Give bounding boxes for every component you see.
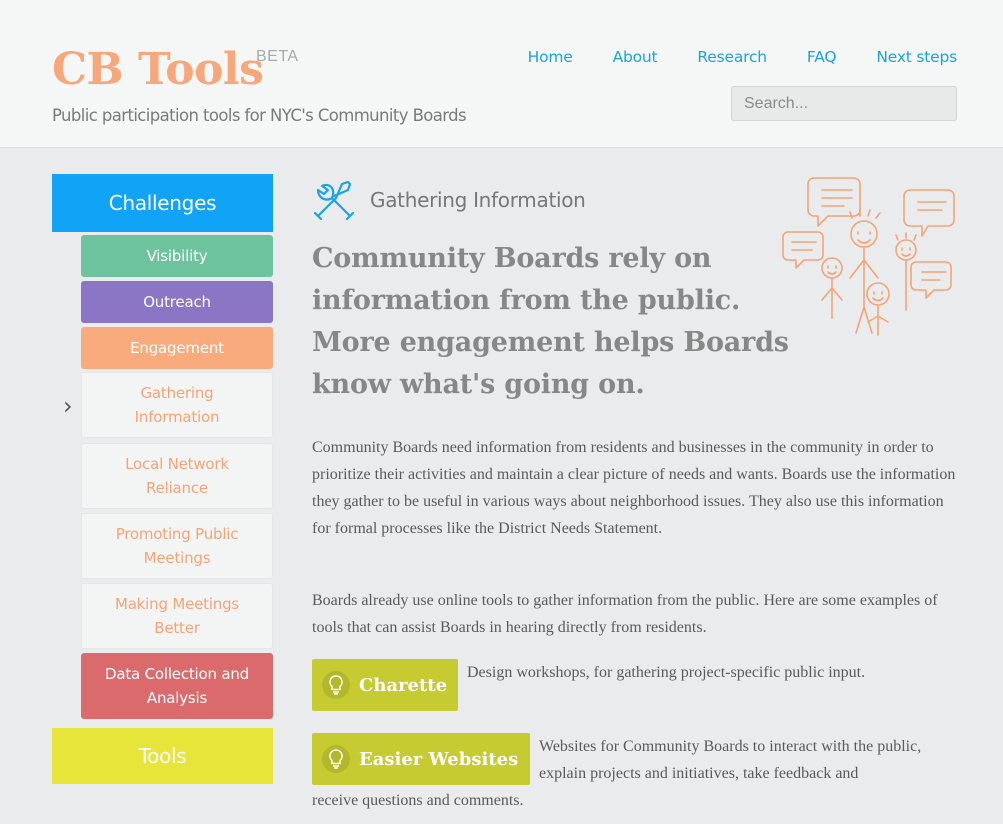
nav-research[interactable]: Research [697, 48, 767, 66]
beta-badge: BETA [256, 48, 299, 65]
sidebar-tools[interactable]: Tools [52, 728, 273, 784]
sidebar-item-engagement[interactable]: Engagement [81, 327, 273, 369]
sidebar-item-promoting-public-meetings[interactable]: Promoting Public Meetings [81, 513, 273, 579]
sidebar-item-local-network-reliance[interactable]: Local Network Reliance [81, 443, 273, 509]
sidebar-item-outreach[interactable]: Outreach [81, 281, 273, 323]
charette-label: Charette [359, 674, 448, 696]
charette-tool-button[interactable]: Charette [312, 659, 458, 711]
nav-about[interactable]: About [613, 48, 658, 66]
wrench-screwdriver-icon [313, 180, 355, 220]
current-page-chevron-icon: › [63, 392, 73, 420]
sidebar-challenges[interactable]: Challenges [52, 174, 273, 232]
easier-websites-tool-button[interactable]: Easier Websites [312, 733, 530, 785]
page-headline: Community Boards rely on information fro… [312, 243, 789, 400]
site-tagline: Public participation tools for NYC's Com… [52, 106, 467, 125]
site-logo[interactable]: CB Tools [52, 44, 264, 95]
lightbulb-icon [322, 745, 350, 773]
section-title: Gathering Information [370, 188, 586, 212]
nav-home[interactable]: Home [528, 48, 573, 66]
charette-description: Design workshops, for gathering project-… [467, 664, 866, 681]
people-speech-bubbles-icon [782, 177, 955, 336]
site-header: CB Tools BETA Public participation tools… [0, 0, 1003, 148]
nav-next-steps[interactable]: Next steps [876, 48, 957, 66]
tools-intro-paragraph: Boards already use online tools to gathe… [312, 592, 938, 636]
easier-websites-label: Easier Websites [359, 748, 519, 770]
sidebar-item-data-collection[interactable]: Data Collection and Analysis [81, 653, 273, 719]
sidebar-item-making-meetings-better[interactable]: Making Meetings Better [81, 583, 273, 649]
easier-websites-description: Websites for Community Boards to interac… [539, 738, 922, 782]
intro-paragraph: Community Boards need information from r… [312, 439, 956, 537]
sidebar-item-gathering-information[interactable]: Gathering Information [81, 372, 273, 438]
nav-faq[interactable]: FAQ [807, 48, 837, 66]
sidebar-item-visibility[interactable]: Visibility [81, 235, 273, 277]
lightbulb-icon [322, 671, 350, 699]
search-input[interactable] [731, 86, 957, 121]
main-nav: Home About Research FAQ Next steps [488, 48, 958, 66]
easier-websites-description-continued: receive questions and comments. [312, 792, 524, 809]
